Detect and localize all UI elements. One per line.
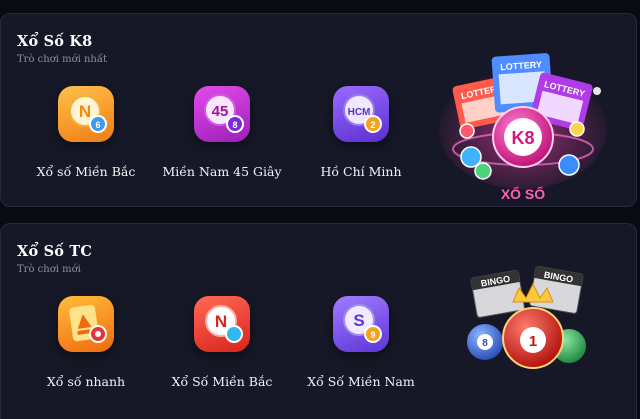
game-label: Xổ Số Miền Bắc (171, 374, 273, 389)
lottery-ball-hcm-icon: HCM 2 (333, 86, 389, 142)
lottery-section-tc: Xổ Số TC Trò chơi mới Xổ số nhanh N Xổ S… (0, 223, 637, 419)
lottery-section-k8: Xổ Số K8 Trò chơi mới nhất N 6 Xổ số Miề… (0, 13, 637, 207)
lottery-ball-45-icon: 45 8 (194, 86, 250, 142)
game-label: Xổ Số Miền Nam (307, 374, 415, 389)
svg-text:45: 45 (212, 103, 229, 120)
svg-text:HCM: HCM (348, 107, 371, 118)
section-title: Xổ Số TC (17, 243, 93, 260)
svg-text:N: N (215, 312, 227, 331)
game-label: Hồ Chí Minh (320, 164, 402, 179)
section-subtitle: Trò chơi mới (17, 264, 81, 275)
svg-text:1: 1 (529, 333, 537, 350)
svg-text:9: 9 (370, 330, 375, 340)
svg-text:8: 8 (232, 120, 237, 130)
svg-text:N: N (79, 102, 91, 121)
quick-lottery-icon (58, 296, 114, 352)
svg-text:2: 2 (370, 120, 375, 130)
section-title: Xổ Số K8 (17, 33, 93, 50)
lottery-ball-n-icon: N (194, 296, 250, 352)
k8-lottery-banner-illustration: LOTTERY LOTTERY LOTTERY K8 XỔ SỐ (437, 39, 607, 205)
game-label: Miền Nam 45 Giây (162, 164, 282, 179)
svg-text:8: 8 (482, 338, 488, 349)
lottery-ball-n-icon: N 6 (58, 86, 114, 142)
bingo-banner-illustration: BINGO BINGO 8 1 (463, 266, 593, 376)
lottery-ball-s-icon: S 9 (333, 296, 389, 352)
svg-text:S: S (353, 311, 364, 330)
svg-text:6: 6 (95, 120, 100, 130)
section-subtitle: Trò chơi mới nhất (17, 54, 107, 65)
svg-text:XỔ SỐ: XỔ SỐ (501, 185, 545, 202)
svg-text:K8: K8 (511, 128, 534, 148)
